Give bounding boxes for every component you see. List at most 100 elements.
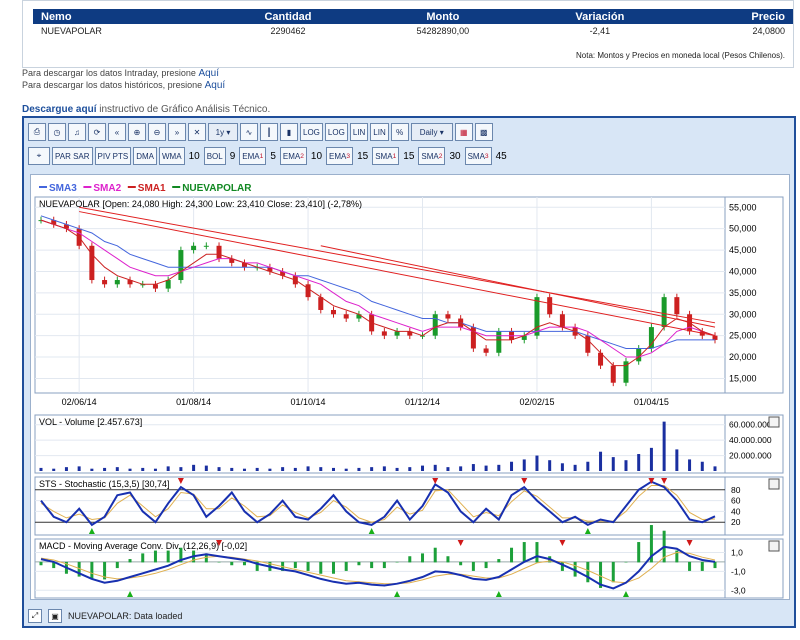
cell-precio: 24,0800 bbox=[752, 26, 785, 36]
macd-hist-bar bbox=[242, 561, 246, 566]
volume-tick-label: 20.000.000 bbox=[729, 451, 772, 461]
volume-bar bbox=[192, 464, 196, 471]
download-historic: Para descargar los datos históricos, pre… bbox=[22, 80, 225, 91]
instructivo-link[interactable]: Descargue aquí bbox=[22, 104, 96, 115]
macd-hist-bar bbox=[624, 561, 628, 563]
bol-button[interactable]: BOL bbox=[203, 147, 226, 165]
pivpts-button[interactable]: PIV PTS bbox=[94, 147, 132, 165]
macd-hist-bar bbox=[90, 561, 94, 580]
sma3-label: SMA bbox=[467, 151, 485, 161]
candle-body bbox=[178, 250, 184, 281]
macd-hist-bar bbox=[141, 553, 145, 563]
sma1-button[interactable]: SMA 1 bbox=[372, 147, 400, 165]
volume-bar bbox=[700, 461, 704, 471]
macd-hist-bar bbox=[510, 547, 514, 563]
ema1-label: EMA bbox=[242, 151, 260, 161]
volume-bar bbox=[90, 468, 94, 471]
stoch-tick-label: 80 bbox=[731, 485, 741, 495]
candle-body bbox=[203, 245, 209, 247]
candle-body bbox=[610, 365, 616, 383]
candle-body bbox=[445, 314, 451, 319]
volume-bar bbox=[586, 461, 590, 471]
volume-bar bbox=[446, 467, 450, 471]
scroll-right-icon[interactable]: » bbox=[168, 123, 186, 141]
header-cantidad: Cantidad bbox=[213, 9, 363, 24]
lin-button-2[interactable]: LIN bbox=[370, 123, 389, 141]
volume-bar bbox=[204, 465, 208, 471]
bar-chart-icon[interactable]: ┃ bbox=[260, 123, 278, 141]
parsar-button[interactable]: PAR SAR bbox=[52, 147, 93, 165]
interval-select[interactable]: Daily ▾ bbox=[410, 123, 453, 141]
candle-chart-icon[interactable]: ▮ bbox=[280, 123, 298, 141]
x-tick-label: 02/06/14 bbox=[62, 397, 97, 407]
macd-hist-bar bbox=[395, 561, 399, 563]
chart-svg: SMA3 SMA2 SMA1 NUEVAPOLAR 55,000 50,000 45,000… bbox=[34, 183, 784, 599]
volume-bar bbox=[484, 465, 488, 471]
stoch-title: STS - Stochastic (15,3,5) [30,74] bbox=[39, 479, 170, 489]
chart-area[interactable]: SMA3 SMA2 SMA1 NUEVAPOLAR 55,000 50,000 45,000… bbox=[30, 174, 790, 600]
ema2-button[interactable]: EMA 2 bbox=[279, 147, 307, 165]
volume-bar bbox=[64, 467, 68, 471]
download-historic-text: Para descargar los datos históricos, pre… bbox=[22, 80, 203, 90]
stoch-tick-label: 20 bbox=[731, 517, 741, 527]
quote-table: Nemo Cantidad Monto Variación Precio NUE… bbox=[33, 9, 793, 38]
indicator-icon[interactable]: ▦ bbox=[454, 123, 473, 141]
volume-bar bbox=[255, 467, 259, 471]
volume-bar bbox=[497, 464, 501, 471]
candle-body bbox=[89, 245, 95, 281]
sma3-button[interactable]: SMA 3 bbox=[464, 147, 492, 165]
cell-variacion: -2,41 bbox=[589, 26, 611, 36]
wma-button[interactable]: WMA bbox=[159, 147, 185, 165]
clock-icon[interactable]: ◷ bbox=[48, 123, 66, 141]
price-tick-label: 30,000 bbox=[729, 309, 757, 319]
price-panel bbox=[34, 196, 784, 394]
sma2-button[interactable]: SMA 2 bbox=[418, 147, 446, 165]
candle-body bbox=[318, 297, 324, 310]
legend-label: SMA1 bbox=[138, 183, 166, 194]
status-bar: ⤢ ▣ NUEVAPOLAR: Data loaded bbox=[28, 608, 788, 624]
dma-button[interactable]: DMA bbox=[133, 147, 157, 165]
bol-value: 9 bbox=[229, 150, 236, 162]
price-tick-label: 40,000 bbox=[729, 266, 757, 276]
color-icon[interactable]: ▩ bbox=[474, 123, 493, 141]
expand-icon[interactable]: ⤢ bbox=[28, 609, 42, 623]
period-select[interactable]: 1y ▾ bbox=[208, 123, 238, 141]
volume-bar bbox=[510, 461, 514, 471]
toolbar-indicators: ⌖ PAR SAR PIV PTS DMA WMA 10 BOL 9 EMA 1 … bbox=[28, 146, 509, 166]
ema2-label: EMA bbox=[282, 151, 301, 161]
volume-bar bbox=[382, 466, 386, 471]
save-icon[interactable]: ▣ bbox=[48, 609, 62, 623]
zoom-in-icon[interactable]: ⊕ bbox=[128, 123, 146, 141]
sound-icon[interactable]: ♫ bbox=[68, 123, 86, 141]
currency-note: Nota: Montos y Precios en moneda local (… bbox=[576, 51, 785, 60]
reset-icon[interactable]: ✕ bbox=[188, 123, 206, 141]
sma2-label: SMA bbox=[421, 151, 439, 161]
volume-bar bbox=[395, 467, 399, 471]
crosshair-icon[interactable]: ⌖ bbox=[28, 147, 50, 165]
candle-body bbox=[661, 297, 667, 328]
scroll-left-icon[interactable]: « bbox=[108, 123, 126, 141]
zoom-out-icon[interactable]: ⊖ bbox=[148, 123, 166, 141]
ema1-button[interactable]: EMA 1 bbox=[239, 147, 267, 165]
wma-value: 10 bbox=[188, 150, 200, 162]
volume-bar bbox=[141, 467, 145, 471]
download-intraday-link[interactable]: Aquí bbox=[198, 68, 219, 79]
refresh-icon[interactable]: ⟳ bbox=[88, 123, 106, 141]
volume-bar bbox=[548, 460, 552, 471]
macd-tick-label: -3,0 bbox=[731, 585, 746, 595]
log-button-2[interactable]: LOG bbox=[324, 123, 348, 141]
volume-bar bbox=[331, 467, 335, 471]
header-nemo: Nemo bbox=[33, 9, 214, 24]
log-button-1[interactable]: LOG bbox=[300, 123, 323, 141]
percent-button[interactable]: % bbox=[390, 123, 409, 141]
line-chart-icon[interactable]: ∿ bbox=[240, 123, 258, 141]
download-historic-link[interactable]: Aquí bbox=[205, 80, 226, 91]
volume-bar bbox=[293, 467, 297, 471]
print-icon[interactable]: ⎙ bbox=[28, 123, 46, 141]
ema3-button[interactable]: EMA 3 bbox=[326, 147, 354, 165]
macd-hist-bar bbox=[471, 561, 475, 571]
candle-body bbox=[114, 280, 120, 285]
header-precio: Precio bbox=[676, 9, 793, 24]
price-tick-label: 25,000 bbox=[729, 331, 757, 341]
lin-button-1[interactable]: LIN bbox=[349, 123, 369, 141]
